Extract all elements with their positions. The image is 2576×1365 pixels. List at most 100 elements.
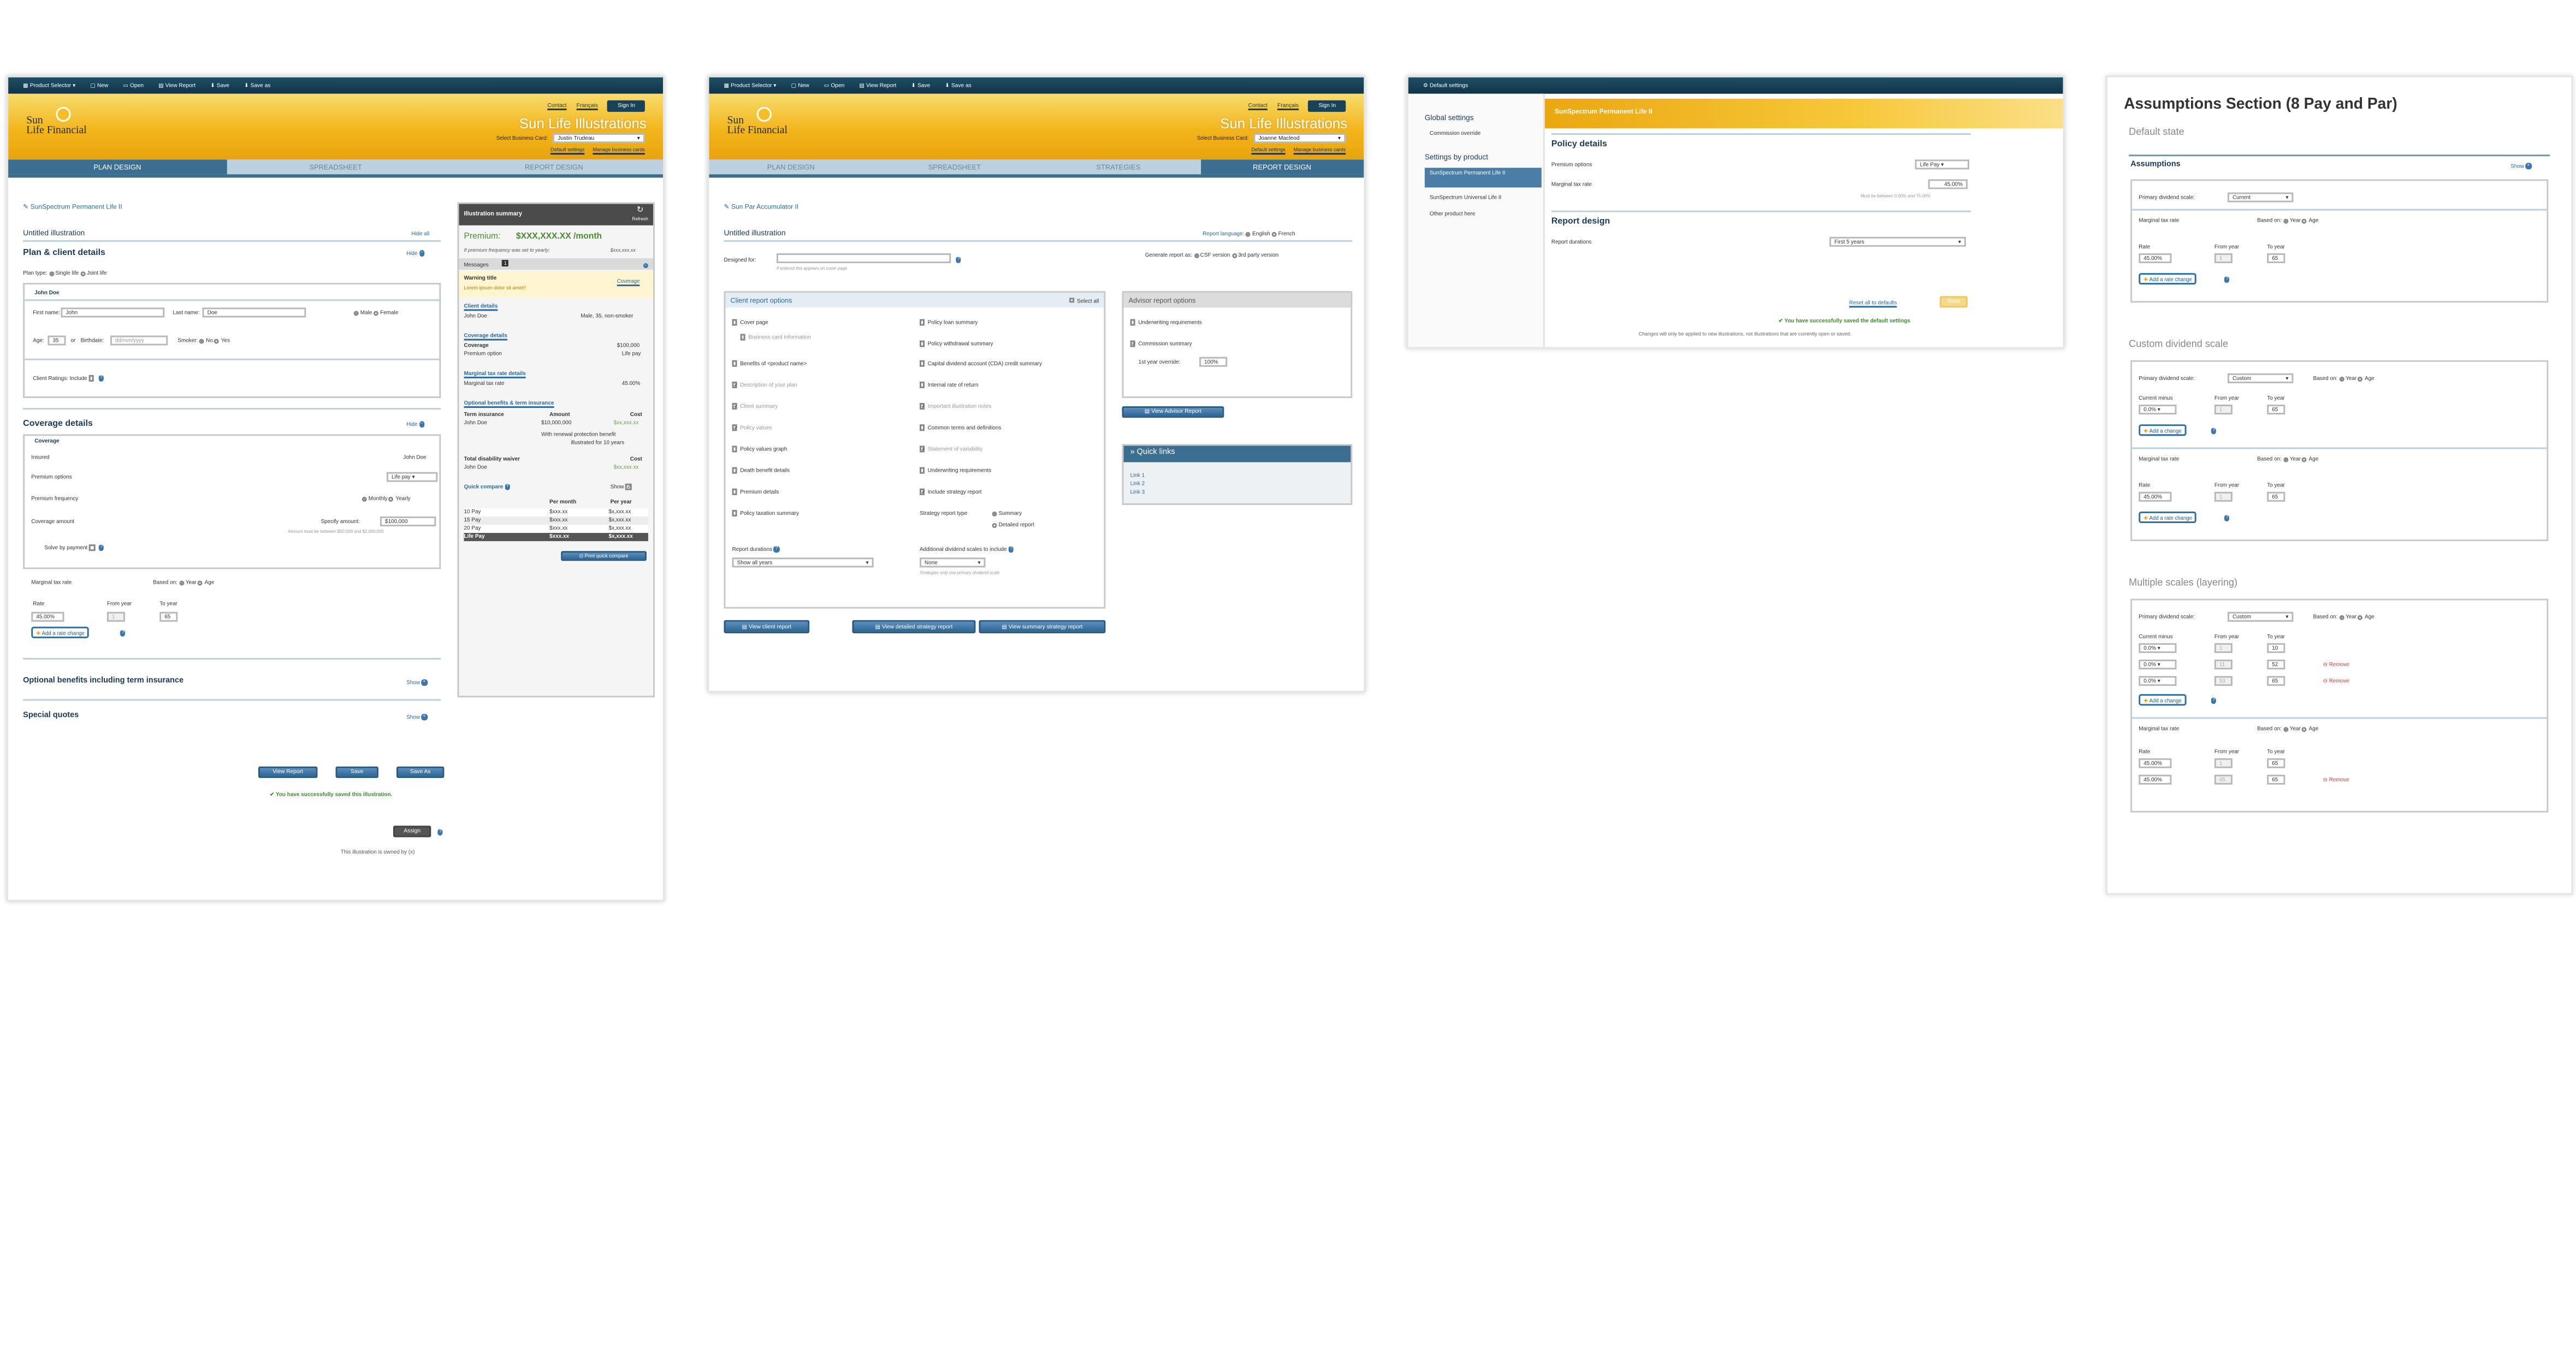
last-name-field[interactable]: Doe <box>202 307 306 318</box>
strategy-summary-option[interactable]: Summary <box>992 510 1022 517</box>
current-minus-select[interactable]: 0.0% ▾ <box>2139 676 2177 686</box>
rate-field[interactable]: 45.00% <box>2139 491 2172 502</box>
view-report-button[interactable]: ▤ View Report <box>859 82 896 89</box>
year-radio[interactable] <box>2283 218 2288 223</box>
year-radio[interactable] <box>2283 726 2288 732</box>
smoker-yes-radio[interactable] <box>214 338 220 343</box>
csf-radio[interactable] <box>1193 252 1199 258</box>
manage-cards-link[interactable]: Manage business cards <box>593 146 644 153</box>
year-radio[interactable] <box>2339 376 2344 381</box>
option-policy-values[interactable]: ✓ Policy values <box>732 424 772 431</box>
single-life-radio[interactable] <box>49 270 54 276</box>
year-radio[interactable] <box>2339 614 2344 620</box>
help-icon[interactable]: ? <box>2224 514 2230 521</box>
view-report-button[interactable]: View Report <box>258 766 318 778</box>
to-year-field[interactable]: 65 <box>2267 253 2285 263</box>
year-radio[interactable] <box>179 580 184 585</box>
option-irr[interactable]: Internal rate of return <box>919 382 978 388</box>
to-year-field[interactable]: 65 <box>2267 774 2285 785</box>
monthly-radio[interactable] <box>362 496 367 501</box>
sign-in-button[interactable]: Sign In <box>607 100 645 111</box>
francais-link[interactable]: Français <box>577 103 598 109</box>
primary-scale-select[interactable]: Custom ▾ <box>2227 612 2294 622</box>
help-icon[interactable]: ? <box>2211 696 2217 704</box>
coverage-link[interactable]: Coverage <box>617 278 640 284</box>
remove-link[interactable]: ⊖ Remove <box>2323 776 2349 783</box>
sidebar-item-commission[interactable]: Commission override <box>1430 130 1481 136</box>
add-change-button[interactable]: ✚ Add a change <box>2139 424 2187 435</box>
help-icon[interactable]: ? <box>2224 275 2230 283</box>
show-assumptions-link[interactable]: Show + <box>2510 162 2531 169</box>
quick-link-1[interactable]: Link 1 <box>1130 472 1145 479</box>
save-as-button[interactable]: ⬇ Save as <box>945 82 971 89</box>
option-withdrawal[interactable]: Policy withdrawal summary <box>919 341 993 347</box>
new-button[interactable]: ▢ New <box>90 82 108 89</box>
age-radio[interactable] <box>2302 456 2307 462</box>
show-optional-link[interactable]: Show + <box>406 679 427 686</box>
new-button[interactable]: ▢ New <box>791 82 809 89</box>
age-radio[interactable] <box>198 580 203 585</box>
option-strategy-report[interactable]: ✓ Include strategy report <box>919 489 982 495</box>
rate-field[interactable]: 45.00% <box>2139 774 2172 785</box>
advisor-commission[interactable]: ✓ Commission summary <box>1130 341 1192 347</box>
view-report-button[interactable]: ▤ View Report <box>158 82 196 89</box>
age-radio[interactable] <box>2358 614 2364 620</box>
save-as-illustration-button[interactable]: Save As <box>396 766 445 778</box>
default-settings-link[interactable]: Default settings <box>550 146 584 153</box>
sidebar-item-other-product[interactable]: Other product here <box>1430 211 1475 217</box>
to-year-field[interactable]: 65 <box>159 612 178 622</box>
help-icon[interactable]: ? <box>956 256 962 263</box>
product-name[interactable]: ✎ Sun Par Accumulator II <box>724 203 799 211</box>
business-card-select[interactable]: Joanne Macleod ▾ <box>1253 133 1346 144</box>
report-durations-select[interactable]: First 5 years ▾ <box>1829 236 1966 247</box>
contact-link[interactable]: Contact <box>1248 103 1268 109</box>
to-year-field[interactable]: 10 <box>2267 643 2285 653</box>
to-year-field[interactable]: 65 <box>2267 758 2285 768</box>
help-icon[interactable]: ? <box>120 629 126 636</box>
collapse-icon[interactable]: – <box>642 261 648 269</box>
quick-link-2[interactable]: Link 2 <box>1130 480 1145 487</box>
view-summary-strategy-button[interactable]: ▤ View summary strategy report <box>979 620 1106 633</box>
sidebar-item-permanent-life[interactable]: SunSpectrum Permanent Life II <box>1424 168 1542 188</box>
add-change-button[interactable]: ✚ Add a change <box>2139 694 2187 705</box>
sign-in-button[interactable]: Sign In <box>1308 100 1346 111</box>
save-illustration-button[interactable]: Save <box>335 766 378 778</box>
option-cover-page[interactable]: Cover page <box>732 319 768 325</box>
product-selector-menu[interactable]: ▦ Product Selector ▾ <box>23 82 75 89</box>
report-durations-select[interactable]: Show all years ▾ <box>732 557 874 568</box>
current-minus-select[interactable]: 0.0% ▾ <box>2139 643 2177 653</box>
manage-cards-link[interactable]: Manage business cards <box>1294 146 1346 153</box>
business-card-select[interactable]: Justin Trudeau ▾ <box>553 133 645 144</box>
to-year-field[interactable]: 65 <box>2267 491 2285 502</box>
premium-options-select[interactable]: Life Pay ▾ <box>1915 159 1969 170</box>
refresh-button[interactable]: ↻ Refresh <box>632 206 648 222</box>
tab-report-design[interactable]: REPORT DESIGN <box>445 159 663 174</box>
option-notes[interactable]: ✓ Important illustration notes <box>919 403 991 410</box>
option-death-benefit[interactable]: Death benefit details <box>732 467 790 474</box>
add-rate-change-button[interactable]: ✚ Add a rate change <box>31 626 90 638</box>
coverage-amount-field[interactable]: $100,000 <box>380 516 436 526</box>
remove-link[interactable]: ⊖ Remove <box>2323 678 2349 684</box>
option-variability[interactable]: ✓ Statement of variability <box>919 446 982 453</box>
messages-bar[interactable]: Messages 1 – <box>459 258 653 270</box>
show-compare-checkbox[interactable]: ✓ <box>625 484 631 490</box>
save-button[interactable]: ⬇ Save <box>210 82 229 89</box>
age-radio[interactable] <box>2358 376 2364 381</box>
remove-link[interactable]: ⊖ Remove <box>2323 661 2349 668</box>
option-client-summary[interactable]: ✓ Client summary <box>732 403 778 410</box>
option-taxation[interactable]: Policy taxation summary <box>732 510 799 517</box>
coverage-details-link[interactable]: Coverage details <box>464 333 508 339</box>
default-settings-link[interactable]: Default settings <box>1251 146 1285 153</box>
save-defaults-button[interactable]: Save <box>1939 296 1968 308</box>
print-compare-button[interactable]: ⎙ Print quick compare <box>561 551 647 561</box>
strategy-detailed-option[interactable]: Detailed report <box>992 521 1034 528</box>
save-button[interactable]: ⬇ Save <box>911 82 931 89</box>
joint-life-radio[interactable] <box>80 270 86 276</box>
hide-coverage-link[interactable]: Hide – <box>406 420 425 428</box>
rate-field[interactable]: 45.00% <box>2139 253 2172 263</box>
tab-plan-design[interactable]: PLAN DESIGN <box>8 159 227 175</box>
to-year-field[interactable]: 65 <box>2267 676 2285 686</box>
tab-strategies[interactable]: STRATEGIES <box>1037 159 1200 174</box>
to-year-field[interactable]: 52 <box>2267 660 2285 670</box>
contact-link[interactable]: Contact <box>547 103 566 109</box>
